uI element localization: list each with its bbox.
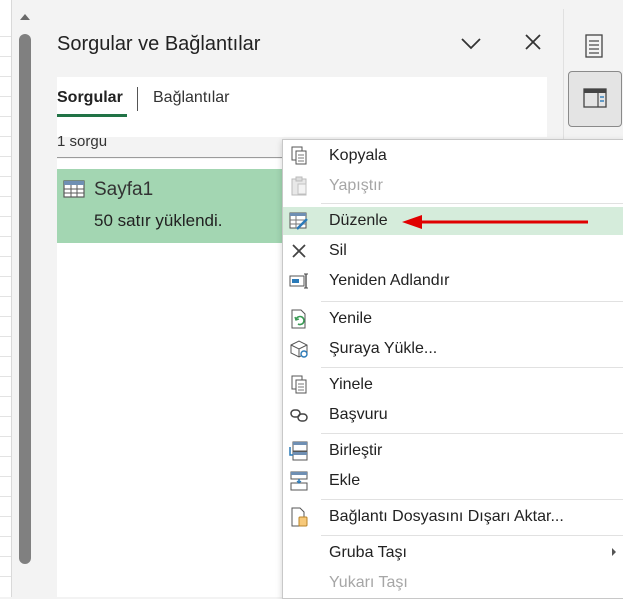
menu-item-label: Düzenle — [329, 212, 388, 229]
pane-layout-icon — [583, 88, 607, 108]
menu-item-move-to-group[interactable]: Gruba Taşı — [283, 539, 623, 567]
annotation-arrow-icon — [402, 215, 588, 229]
duplicate-icon — [289, 375, 309, 395]
active-tab-underline — [57, 114, 127, 117]
menu-separator — [321, 367, 623, 368]
menu-item-label: Şuraya Yükle... — [329, 340, 438, 357]
tab-connections[interactable]: Bağlantılar — [153, 89, 230, 107]
menu-separator — [321, 203, 623, 204]
menu-item-load-to[interactable]: Şuraya Yükle... — [283, 335, 623, 363]
vertical-scrollbar[interactable] — [12, 0, 40, 597]
menu-item-paste[interactable]: Yapıştır — [283, 172, 623, 200]
scrollbar-thumb[interactable] — [19, 34, 31, 564]
context-menu: Kopyala Yapıştır Düzenle Sil Yeniden Adl… — [282, 139, 623, 599]
tab-connections-label: Bağlantılar — [153, 89, 230, 106]
paste-icon — [289, 176, 309, 196]
menu-item-append[interactable]: Ekle — [283, 467, 623, 495]
menu-item-label: Yukarı Taşı — [329, 574, 408, 591]
submenu-arrow-icon — [612, 548, 616, 556]
tab-divider — [137, 87, 138, 111]
menu-item-merge[interactable]: Birleştir — [283, 437, 623, 465]
reference-icon — [289, 405, 309, 425]
menu-item-refresh[interactable]: Yenile — [283, 305, 623, 333]
queries-pane-toggle-button[interactable] — [568, 71, 622, 127]
menu-item-label: Başvuru — [329, 406, 388, 423]
scroll-up-arrow-icon[interactable] — [20, 14, 30, 20]
menu-item-label: Yenile — [329, 310, 373, 327]
append-icon — [289, 471, 309, 491]
menu-item-rename[interactable]: Yeniden Adlandır — [283, 267, 623, 295]
menu-separator — [321, 499, 623, 500]
menu-item-label: Birleştir — [329, 442, 383, 459]
menu-item-reference[interactable]: Başvuru — [283, 401, 623, 429]
menu-item-label: Gruba Taşı — [329, 544, 407, 561]
load-to-icon — [289, 339, 309, 359]
menu-item-delete[interactable]: Sil — [283, 237, 623, 265]
query-item-sayfa1[interactable]: Sayfa1 50 satır yüklendi. — [57, 169, 317, 243]
menu-item-label: Sil — [329, 242, 347, 259]
menu-item-label: Yeniden Adlandır — [329, 272, 450, 289]
query-list-icon — [585, 34, 603, 58]
refresh-icon — [289, 309, 309, 329]
tab-queries-label: Sorgular — [57, 89, 123, 106]
delete-icon — [289, 241, 309, 261]
pane-tabs: Sorgular Bağlantılar — [57, 77, 547, 137]
tab-queries[interactable]: Sorgular — [57, 89, 127, 117]
query-count: 1 sorgu — [57, 133, 108, 150]
menu-item-copy[interactable]: Kopyala — [283, 142, 623, 170]
query-status: 50 satır yüklendi. — [94, 211, 223, 230]
sheet-grid-edge — [0, 0, 12, 597]
menu-item-label: Kopyala — [329, 147, 387, 164]
menu-separator — [321, 301, 623, 302]
menu-separator — [321, 535, 623, 536]
menu-item-label: Bağlantı Dosyasını Dışarı Aktar... — [329, 508, 564, 525]
menu-item-export-connection[interactable]: Bağlantı Dosyasını Dışarı Aktar... — [283, 503, 623, 531]
pane-close-icon[interactable] — [522, 31, 544, 53]
pane-options-chevron-down-icon[interactable] — [460, 33, 482, 53]
query-list-toggle-button[interactable] — [568, 19, 620, 73]
menu-item-label: Ekle — [329, 472, 361, 489]
menu-item-duplicate[interactable]: Yinele — [283, 371, 623, 399]
export-connection-icon — [289, 507, 309, 527]
rename-icon — [289, 271, 309, 291]
table-icon — [63, 179, 85, 204]
query-name: Sayfa1 — [94, 179, 154, 200]
menu-separator — [321, 433, 623, 434]
menu-item-label: Yapıştır — [329, 177, 383, 194]
menu-item-label: Yinele — [329, 376, 373, 393]
copy-icon — [289, 146, 309, 166]
menu-item-move-up[interactable]: Yukarı Taşı — [283, 569, 623, 597]
pane-title: Sorgular ve Bağlantılar — [57, 33, 261, 55]
merge-icon — [289, 441, 309, 461]
edit-icon — [289, 211, 309, 231]
